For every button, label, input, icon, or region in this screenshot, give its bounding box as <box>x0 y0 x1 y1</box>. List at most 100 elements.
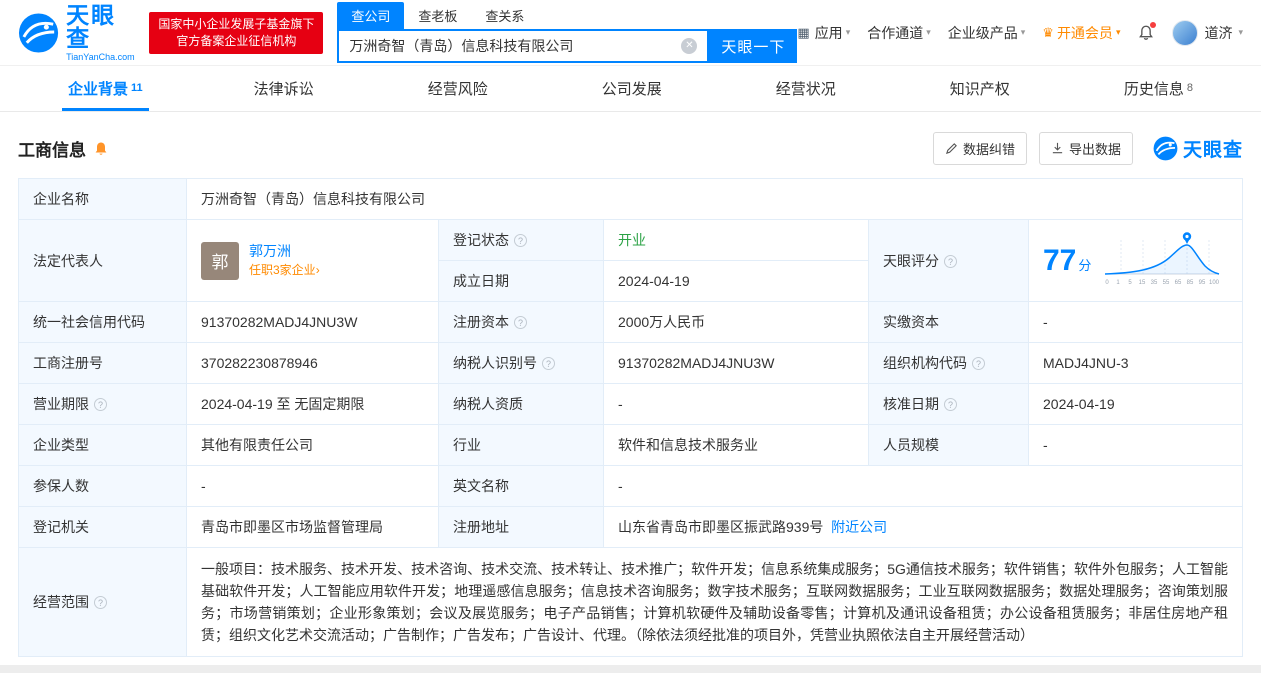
svg-text:15: 15 <box>1139 280 1146 286</box>
field-value-tax-no: 91370282MADJ4JNU3W <box>603 342 869 384</box>
download-icon <box>1052 142 1063 154</box>
field-label-reg-status: 登记状态? <box>438 219 604 261</box>
search-tab-boss[interactable]: 查老板 <box>404 2 471 29</box>
field-value-company-type: 其他有限责任公司 <box>186 424 439 466</box>
help-icon[interactable]: ? <box>944 398 957 411</box>
nearby-companies-link[interactable]: 附近公司 <box>831 519 887 535</box>
field-label-english-name: 英文名称 <box>438 465 604 507</box>
field-value-insured-num: - <box>186 465 439 507</box>
field-label-registry: 登记机关 <box>18 506 187 548</box>
nav-cooperation[interactable]: 合作通道 ▾ <box>867 23 931 43</box>
field-label-paid-capital: 实缴资本 <box>868 301 1029 343</box>
chevron-down-icon: ▾ <box>926 27 931 37</box>
field-label-org-code: 组织机构代码? <box>868 342 1029 384</box>
nav-vip-membership[interactable]: ♛ 开通会员 ▾ <box>1042 23 1120 43</box>
tab-company-development[interactable]: 公司发展 <box>596 66 671 111</box>
help-icon[interactable]: ? <box>972 357 985 370</box>
notification-dot <box>1150 21 1157 28</box>
field-label-company-type: 企业类型 <box>18 424 187 466</box>
field-label-tax-no: 纳税人识别号? <box>438 342 604 384</box>
company-section-tabs: 企业背景 11 法律诉讼 经营风险 公司发展 经营状况 知识产权 历史信息 8 <box>0 66 1261 112</box>
field-value-scope: 一般项目：技术服务、技术开发、技术咨询、技术交流、技术转让、技术推广；软件开发；… <box>186 547 1243 657</box>
field-label-reg-no: 工商注册号 <box>18 342 187 384</box>
field-label-biz-term: 营业期限? <box>18 383 187 425</box>
svg-text:5: 5 <box>1129 280 1133 286</box>
table-row: 工商注册号 370282230878946 纳税人识别号? 91370282MA… <box>18 342 1243 384</box>
field-value-registry: 青岛市即墨区市场监督管理局 <box>186 506 439 548</box>
chevron-down-icon: ▾ <box>845 27 851 37</box>
search-tab-company[interactable]: 查公司 <box>337 2 405 29</box>
search-tab-relation[interactable]: 查关系 <box>471 2 538 29</box>
chevron-down-icon: ▾ <box>1238 27 1243 37</box>
clear-search-icon[interactable]: ✕ <box>681 38 698 54</box>
nav-apps[interactable]: ▦ 应用 ▾ <box>797 23 850 43</box>
user-name: 道济 <box>1204 24 1233 41</box>
field-label-approval-date: 核准日期? <box>868 383 1029 425</box>
help-icon[interactable]: ? <box>514 234 527 247</box>
data-correction-button[interactable]: 数据纠错 <box>932 132 1027 165</box>
table-row: 经营范围? 一般项目：技术服务、技术开发、技术咨询、技术交流、技术转让、技术推广… <box>18 547 1243 657</box>
field-label-establish-date: 成立日期 <box>438 260 604 302</box>
svg-text:1: 1 <box>1117 280 1121 286</box>
brand-name: 天眼查 <box>66 1 117 51</box>
field-value-industry: 软件和信息技术服务业 <box>603 424 869 466</box>
search-input[interactable] <box>349 38 682 54</box>
brand-domain: TianYanCha.com <box>66 51 135 62</box>
field-value-credit-code: 91370282MADJ4JNU3W <box>186 301 439 343</box>
table-row: 法定代表人 郭 郭万洲 任职3家企业› 登记状态? 开业 天眼评分? 77分 <box>18 219 1243 302</box>
tab-legal-proceedings[interactable]: 法律诉讼 <box>248 66 323 111</box>
help-icon[interactable]: ? <box>514 316 527 329</box>
legal-rep-companies-link[interactable]: 任职3家企业› <box>249 263 320 277</box>
tianyancha-logo[interactable]: 天眼查 TianYanCha.com <box>18 1 139 62</box>
tianyancha-logo-icon <box>1153 136 1178 161</box>
table-row: 统一社会信用代码 91370282MADJ4JNU3W 注册资本? 2000万人… <box>18 301 1243 343</box>
help-icon[interactable]: ? <box>94 398 107 411</box>
svg-text:0: 0 <box>1106 280 1110 286</box>
svg-text:100: 100 <box>1209 280 1220 286</box>
business-info-header: 工商信息 数据纠错 导出数据 天眼查 <box>18 132 1243 165</box>
table-row: 登记机关 青岛市即墨区市场监督管理局 注册地址 山东省青岛市即墨区振武路939号… <box>18 506 1243 548</box>
export-data-button[interactable]: 导出数据 <box>1038 132 1133 165</box>
field-value-legal-rep: 郭 郭万洲 任职3家企业› <box>186 219 439 302</box>
field-label-insured-num: 参保人数 <box>18 465 187 507</box>
nav-enterprise-products[interactable]: 企业级产品 ▾ <box>948 23 1026 43</box>
field-value-staff-size: - <box>1028 424 1243 466</box>
help-icon[interactable]: ? <box>944 254 957 268</box>
legal-rep-avatar: 郭 <box>201 241 239 280</box>
field-value-biz-term: 2024-04-19 至 无固定期限 <box>186 383 439 425</box>
score-distribution-chart: 0 1 5 15 35 55 65 85 95 100 <box>1105 231 1220 286</box>
svg-text:85: 85 <box>1187 280 1194 286</box>
tab-company-background[interactable]: 企业背景 11 <box>62 66 149 111</box>
table-row: 企业名称 万洲奇智（青岛）信息科技有限公司 <box>18 178 1243 220</box>
search-area: 查公司 查老板 查关系 ✕ 天眼一下 <box>337 2 798 63</box>
help-icon[interactable]: ? <box>94 596 107 609</box>
field-label-reg-capital: 注册资本? <box>438 301 604 343</box>
search-button[interactable]: 天眼一下 <box>709 29 798 63</box>
tab-intellectual-property[interactable]: 知识产权 <box>944 66 1019 111</box>
field-value-address: 山东省青岛市即墨区振武路939号 附近公司 <box>603 506 1243 548</box>
help-icon[interactable]: ? <box>542 357 555 370</box>
arrow-right-icon: › <box>315 263 320 278</box>
table-row: 企业类型 其他有限责任公司 行业 软件和信息技术服务业 人员规模 - <box>18 424 1243 466</box>
user-menu[interactable]: 道济 ▾ <box>1172 19 1243 46</box>
tab-count: 11 <box>131 82 143 94</box>
tab-business-status[interactable]: 经营状况 <box>770 66 845 111</box>
svg-text:95: 95 <box>1199 280 1206 286</box>
field-label-company-name: 企业名称 <box>18 178 187 220</box>
legal-rep-name-link[interactable]: 郭万洲 <box>249 243 320 260</box>
score-pin-icon <box>1183 231 1192 244</box>
crown-icon: ♛ <box>1042 24 1054 40</box>
search-box: ✕ <box>337 29 710 63</box>
top-nav: ▦ 应用 ▾ 合作通道 ▾ 企业级产品 ▾ ♛ 开通会员 ▾ 道济 ▾ <box>797 19 1243 46</box>
field-value-company-name: 万洲奇智（青岛）信息科技有限公司 <box>186 178 1243 220</box>
score-number[interactable]: 77 分 <box>1043 245 1091 276</box>
monitor-bell-icon[interactable] <box>93 141 109 157</box>
tab-history-info[interactable]: 历史信息 8 <box>1118 66 1199 111</box>
tab-operational-risk[interactable]: 经营风险 <box>422 66 497 111</box>
notification-bell[interactable] <box>1137 21 1157 42</box>
field-label-scope: 经营范围? <box>18 547 187 657</box>
field-label-address: 注册地址 <box>438 506 604 548</box>
table-row: 营业期限? 2024-04-19 至 无固定期限 纳税人资质 - 核准日期? 2… <box>18 383 1243 425</box>
chevron-down-icon: ▾ <box>1115 27 1121 37</box>
page-bottom-strip <box>0 665 1261 673</box>
